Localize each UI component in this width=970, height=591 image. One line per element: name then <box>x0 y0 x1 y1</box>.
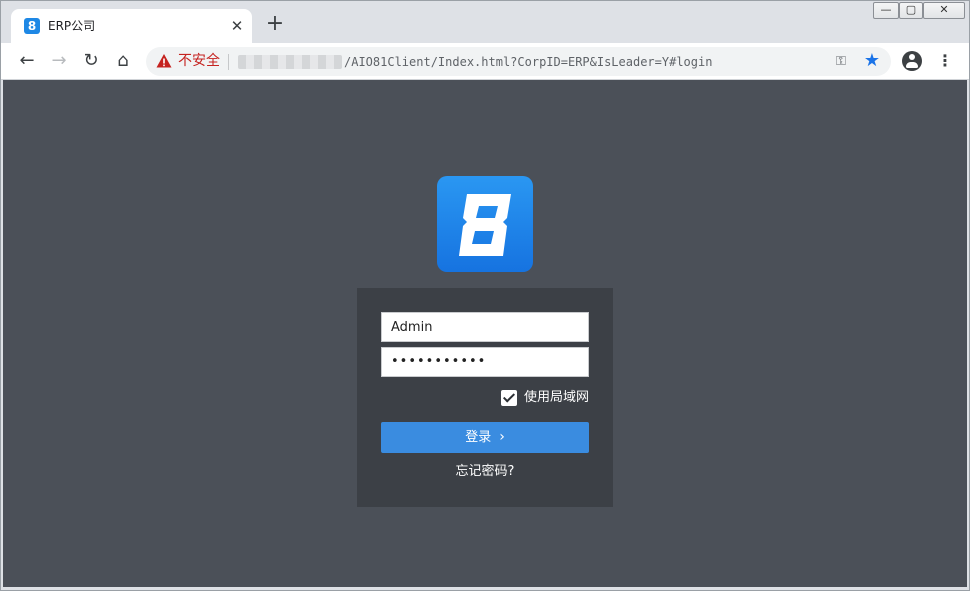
login-button[interactable]: 登录 › <box>381 422 589 453</box>
account-icon[interactable] <box>902 51 922 71</box>
bookmark-star-icon[interactable]: ★ <box>862 51 882 71</box>
login-page: ••••••••••• 使用局域网 登录 › 忘记密码? <box>3 80 967 587</box>
tab-erp[interactable]: 8 ERP公司 ✕ <box>11 9 252 43</box>
login-button-label: 登录 <box>465 430 492 445</box>
tab-title: ERP公司 <box>48 19 96 33</box>
back-icon[interactable]: ← <box>15 49 39 73</box>
address-bar[interactable]: 不安全 /AIO81Client/Index.html?CorpID=ERP&I… <box>146 47 891 76</box>
window-maximize-button[interactable]: ▢ <box>899 2 923 19</box>
chevron-right-icon: › <box>499 429 505 445</box>
password-input[interactable]: ••••••••••• <box>381 347 589 377</box>
tab-favicon-icon: 8 <box>24 18 40 34</box>
tab-strip: 8 ERP公司 ✕ + — ▢ ✕ <box>1 1 969 43</box>
app-logo <box>437 176 533 272</box>
url-text[interactable]: /AIO81Client/Index.html?CorpID=ERP&IsLea… <box>344 54 712 70</box>
new-tab-button[interactable]: + <box>264 13 286 36</box>
eight-logo-icon <box>459 194 511 256</box>
lan-label[interactable]: 使用局域网 <box>524 390 589 406</box>
security-status[interactable]: 不安全 <box>178 53 220 70</box>
key-icon[interactable]: ⚿ <box>832 53 850 71</box>
redacted-host <box>238 55 342 69</box>
window-minimize-button[interactable]: — <box>873 2 899 19</box>
reload-icon[interactable]: ↻ <box>79 49 103 73</box>
browser-toolbar: ← → ↻ ⌂ 不安全 /AIO81Client/Index.html?Corp… <box>1 43 969 80</box>
tab-close-icon[interactable]: ✕ <box>228 17 246 35</box>
forward-icon[interactable]: → <box>47 49 71 73</box>
window-close-button[interactable]: ✕ <box>923 2 965 19</box>
menu-icon[interactable]: ⋮ <box>936 51 954 73</box>
address-separator <box>228 54 229 70</box>
username-input[interactable] <box>381 312 589 342</box>
login-panel: ••••••••••• 使用局域网 登录 › 忘记密码? <box>357 288 613 507</box>
lan-checkbox[interactable] <box>501 390 517 406</box>
warning-icon <box>156 54 172 68</box>
home-icon[interactable]: ⌂ <box>111 49 135 73</box>
forgot-password-link[interactable]: 忘记密码? <box>357 464 613 480</box>
